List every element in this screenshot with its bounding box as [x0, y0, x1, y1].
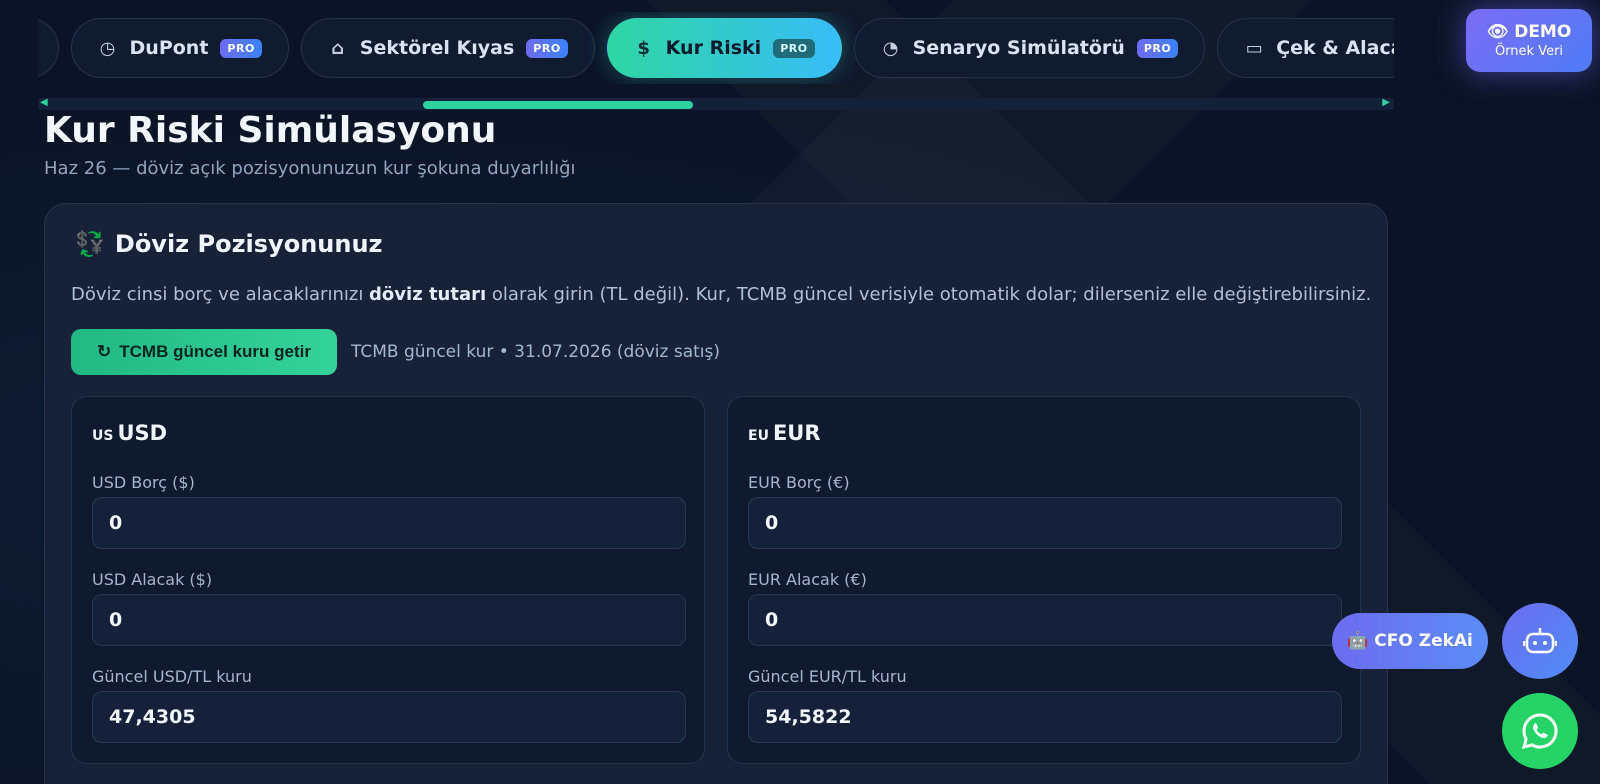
tab-senaryo-simulatoru[interactable]: ◔ Senaryo Simülatörü PRO	[853, 18, 1206, 78]
usd-panel: USUSD USD Borç ($) USD Alacak ($) Güncel…	[71, 396, 705, 764]
card-icon: ▭	[1245, 37, 1263, 59]
cfo-zekai-button[interactable]: 🤖 CFO ZekAi	[1332, 613, 1488, 669]
tab-scrollbar[interactable]: ◀ ▶	[38, 97, 1394, 110]
eur-receivable-label: EUR Alacak (€)	[748, 570, 867, 589]
scrollbar-thumb[interactable]	[423, 101, 693, 109]
refresh-icon: ↻	[97, 342, 112, 361]
clock-icon: ◷	[99, 37, 116, 59]
eur-panel-title: EU EUR	[748, 421, 821, 445]
card-description: Döviz cinsi borç ve alacaklarınızı döviz…	[71, 284, 1372, 305]
demo-subtitle: Örnek Veri	[1494, 44, 1564, 59]
pro-badge: PRO	[220, 38, 262, 58]
tab-dupont[interactable]: ◷ DuPont PRO	[70, 18, 289, 78]
page-subtitle: Haz 26 — döviz açık pozisyonunuzun kur ş…	[44, 158, 576, 179]
usd-debt-input[interactable]	[92, 497, 686, 549]
chatbot-button[interactable]	[1502, 603, 1578, 679]
exchange-icon: 💱	[75, 230, 105, 258]
usd-debt-label: USD Borç ($)	[92, 473, 195, 492]
pro-badge: PRO	[773, 38, 815, 58]
eur-rate-input[interactable]	[748, 691, 1342, 743]
usd-receivable-input[interactable]	[92, 594, 686, 646]
usd-panel-title: US USD	[92, 421, 168, 445]
tab-strip: i ◷ DuPont PRO ⌂ Sektörel Kıyas PRO $ Ku…	[38, 12, 1394, 84]
fetch-tcmb-rate-button[interactable]: ↻ TCMB güncel kuru getir	[71, 329, 337, 375]
pro-badge: PRO	[526, 38, 568, 58]
robot-face-icon: 🤖	[1347, 631, 1369, 651]
tab-label: Senaryo Simülatörü	[912, 37, 1125, 59]
card-title: 💱 Döviz Pozisyonunuz	[75, 230, 383, 258]
eur-panel: EUEUR EUR Borç (€) EUR Alacak (€) Güncel…	[727, 396, 1361, 764]
currency-position-card: 💱 Döviz Pozisyonunuz Döviz cinsi borç ve…	[44, 203, 1388, 784]
demo-title: DEMO	[1514, 22, 1572, 42]
tab-label: Sektörel Kıyas	[359, 37, 515, 59]
eur-debt-input[interactable]	[748, 497, 1342, 549]
tab-kur-riski[interactable]: $ Kur Riski PRO	[606, 18, 842, 78]
dollar-icon: $	[637, 37, 650, 59]
demo-badge[interactable]: 👁 DEMO Örnek Veri	[1466, 9, 1592, 72]
eu-flag-icon: EU	[748, 428, 769, 444]
usd-rate-label: Güncel USD/TL kuru	[92, 667, 252, 686]
usd-receivable-label: USD Alacak ($)	[92, 570, 213, 589]
bank-icon: ⌂	[331, 37, 345, 59]
whatsapp-button[interactable]	[1502, 693, 1578, 769]
pro-badge: PRO	[1136, 38, 1179, 58]
scroll-right-arrow-icon[interactable]: ▶	[1382, 97, 1390, 108]
gauge-icon: ◔	[882, 37, 899, 59]
eur-receivable-input[interactable]	[748, 594, 1342, 646]
bot-icon	[1523, 628, 1557, 654]
tab-sektorel-kiyas[interactable]: ⌂ Sektörel Kıyas PRO	[300, 18, 595, 78]
tab-label: Çek & Alacak	[1276, 37, 1394, 59]
tab-cek-alacak[interactable]: ▭ Çek & Alacak PRO	[1217, 18, 1394, 78]
scroll-left-arrow-icon[interactable]: ◀	[40, 97, 48, 108]
tab-label: Kur Riski	[665, 37, 762, 59]
usd-rate-input[interactable]	[92, 691, 686, 743]
us-flag-icon: US	[92, 428, 114, 444]
page-title: Kur Riski Simülasyonu	[44, 110, 497, 151]
whatsapp-icon	[1521, 713, 1558, 750]
eur-debt-label: EUR Borç (€)	[748, 473, 850, 492]
eye-icon: 👁	[1486, 22, 1509, 42]
tab-label: DuPont	[129, 37, 209, 59]
eur-rate-label: Güncel EUR/TL kuru	[748, 667, 907, 686]
rate-source-note: TCMB güncel kur • 31.07.2026 (döviz satı…	[351, 342, 721, 362]
tab-partial[interactable]: i	[38, 18, 59, 78]
